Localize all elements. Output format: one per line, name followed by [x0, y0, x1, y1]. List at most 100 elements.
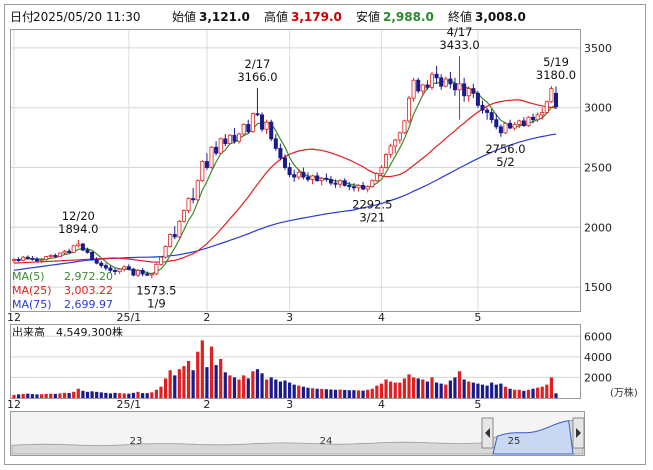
candle-body	[503, 122, 508, 134]
candle-body	[416, 79, 421, 92]
volume-bar	[554, 393, 558, 398]
candle-body	[384, 153, 389, 168]
volume-bar	[467, 381, 471, 398]
month-label-volume: 2	[203, 398, 210, 411]
candle-body	[255, 113, 260, 116]
volume-bar	[173, 375, 177, 398]
volume-bar	[370, 388, 374, 398]
candle-body	[209, 146, 214, 168]
candle-body	[553, 92, 559, 108]
candle-body	[425, 84, 430, 88]
candle-body	[145, 273, 150, 276]
annotation-date: 1/9	[147, 296, 166, 310]
candle-body	[218, 138, 223, 154]
volume-bar	[513, 389, 517, 398]
candle-body	[126, 266, 131, 270]
volume-tick-label: 6000	[584, 330, 612, 343]
volume-bar	[480, 384, 485, 398]
candle-body	[521, 120, 526, 127]
navigator-right-handle[interactable]	[572, 417, 585, 449]
candle-body	[471, 88, 476, 94]
close-label: 終値	[448, 9, 472, 24]
candle-body	[241, 124, 246, 135]
volume-bar	[242, 375, 246, 398]
candle-body	[448, 78, 453, 85]
volume-bar	[494, 384, 498, 398]
volume-bar	[375, 385, 379, 398]
volume-bar	[526, 389, 531, 398]
candle-body	[347, 185, 352, 188]
volume-bar	[30, 394, 34, 398]
annotation-value: 2756.0	[485, 142, 525, 156]
volume-bar	[389, 381, 393, 398]
ma75-legend-value: 2,699.97	[64, 298, 113, 311]
candle-body	[549, 88, 554, 103]
low-label: 安値	[356, 9, 380, 24]
volume-bar	[182, 366, 186, 398]
volume-bar	[205, 367, 209, 398]
volume-bar	[26, 393, 30, 398]
candle-body	[177, 220, 182, 238]
month-label: 25/1	[116, 311, 141, 324]
candle-body	[76, 243, 81, 247]
volume-bar	[508, 388, 512, 398]
volume-bar	[430, 377, 434, 398]
volume-bar	[329, 389, 333, 398]
volume-bar	[251, 371, 255, 398]
price-tick-label: 2500	[584, 162, 612, 175]
candle-body	[411, 79, 416, 99]
candle-body	[250, 113, 255, 133]
volume-bar	[260, 373, 264, 398]
navigator-left-handle[interactable]	[481, 417, 494, 449]
volume-bar	[549, 377, 554, 398]
volume-bar	[384, 379, 388, 398]
volume-bar	[232, 377, 237, 398]
volume-bar	[315, 388, 319, 398]
volume-bar	[379, 383, 384, 398]
volume-bar	[352, 390, 356, 398]
volume-bar	[402, 378, 407, 398]
volume-bar	[412, 377, 416, 398]
candle-body	[324, 177, 329, 180]
month-label: 4	[378, 311, 385, 324]
candle-body	[531, 116, 536, 121]
candle-body	[540, 112, 545, 116]
candle-body	[439, 77, 444, 87]
candle-body	[292, 174, 297, 178]
volume-bar	[76, 388, 80, 398]
candle-body	[158, 256, 163, 265]
month-label: 12	[7, 311, 21, 324]
candle-body	[296, 171, 301, 178]
candle-body	[122, 266, 127, 270]
candle-body	[260, 114, 265, 130]
annotation-date: 5/2	[496, 155, 515, 169]
volume-bar	[333, 389, 338, 398]
month-label: 2	[203, 311, 210, 324]
volume-bar	[297, 385, 301, 398]
candle-body	[393, 139, 398, 147]
candle-body	[480, 104, 485, 111]
price-tick-label: 2000	[584, 221, 612, 234]
candle-body	[237, 133, 242, 142]
annotation-value: 3433.0	[439, 38, 479, 52]
candle-body	[85, 249, 90, 253]
candle-body	[67, 250, 72, 253]
volume-bar	[269, 377, 273, 398]
volume-bar	[104, 392, 108, 398]
volume-bar	[366, 389, 370, 398]
month-label-volume: 12	[7, 398, 21, 411]
annotation-value: 3166.0	[237, 70, 277, 84]
candle-body	[489, 112, 494, 121]
annotation-date: 3/21	[359, 210, 385, 224]
volume-bar	[434, 382, 439, 398]
volume-bar	[398, 382, 402, 398]
volume-bar	[283, 380, 287, 398]
candle-body	[140, 269, 145, 275]
annotation-value: 1894.0	[58, 222, 98, 236]
candle-body	[508, 122, 513, 129]
volume-bar	[200, 340, 204, 398]
candle-body	[333, 182, 338, 185]
volume-label: 出来高	[12, 325, 45, 339]
candle-body	[90, 252, 95, 260]
candle-body	[94, 259, 99, 264]
